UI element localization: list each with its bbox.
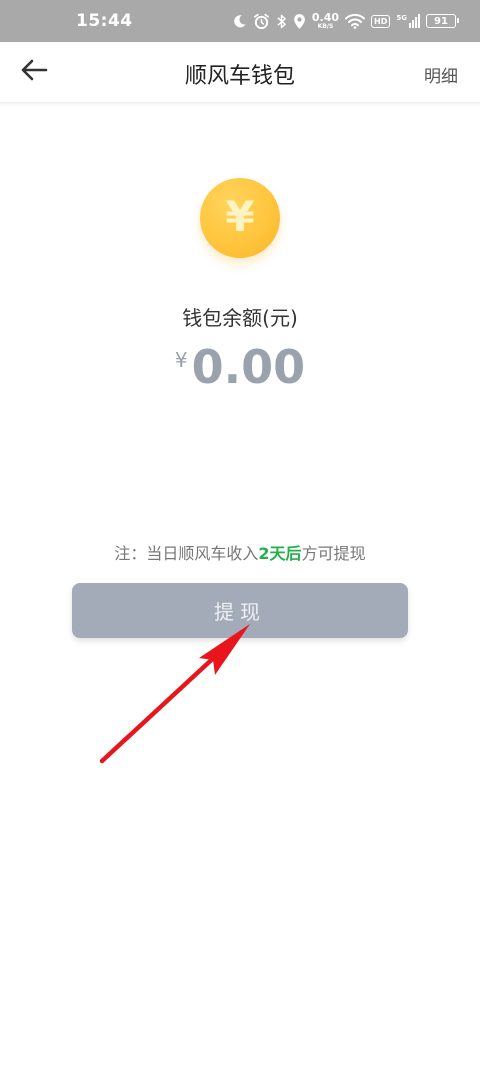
yen-symbol: ¥ — [225, 192, 255, 241]
alarm-icon — [253, 13, 270, 30]
signal-icon: 5G — [396, 14, 420, 28]
bluetooth-icon — [276, 13, 287, 30]
network-speed: 0.40 KB/S — [311, 11, 340, 30]
note-highlight: 2天后 — [258, 544, 302, 563]
detail-link[interactable]: 明细 — [424, 62, 458, 87]
coin-icon: ¥ — [200, 178, 280, 258]
location-icon — [293, 13, 306, 30]
balance-amount: 0.00 — [191, 340, 306, 394]
annotation-arrow-icon — [99, 624, 250, 764]
note-prefix: 注：当日顺风车收入 — [114, 544, 259, 563]
currency-symbol: ¥ — [174, 348, 188, 372]
battery-icon: 91 — [426, 14, 459, 28]
withdraw-button-label: 提现 — [214, 600, 266, 624]
hd-icon: HD — [371, 14, 391, 28]
page-title: 顺风车钱包 — [184, 64, 295, 89]
app-header: 顺风车钱包 明细 — [0, 42, 480, 103]
wifi-icon — [345, 13, 366, 29]
status-time: 15:44 — [76, 11, 133, 31]
balance-label: 钱包余额(元) — [182, 306, 298, 330]
moon-icon — [232, 14, 247, 29]
withdraw-button[interactable]: 提现 — [72, 583, 408, 638]
status-icons: 0.40 KB/S HD 5G 91 — [232, 10, 459, 32]
status-bar: 15:44 0.40 KB/S HD 5G 91 — [0, 0, 480, 42]
battery-level: 91 — [434, 15, 448, 27]
balance-display: ¥ 0.00 — [0, 340, 480, 395]
withdraw-note: 注：当日顺风车收入2天后方可提现 — [0, 540, 480, 564]
note-suffix: 方可提现 — [301, 544, 366, 563]
